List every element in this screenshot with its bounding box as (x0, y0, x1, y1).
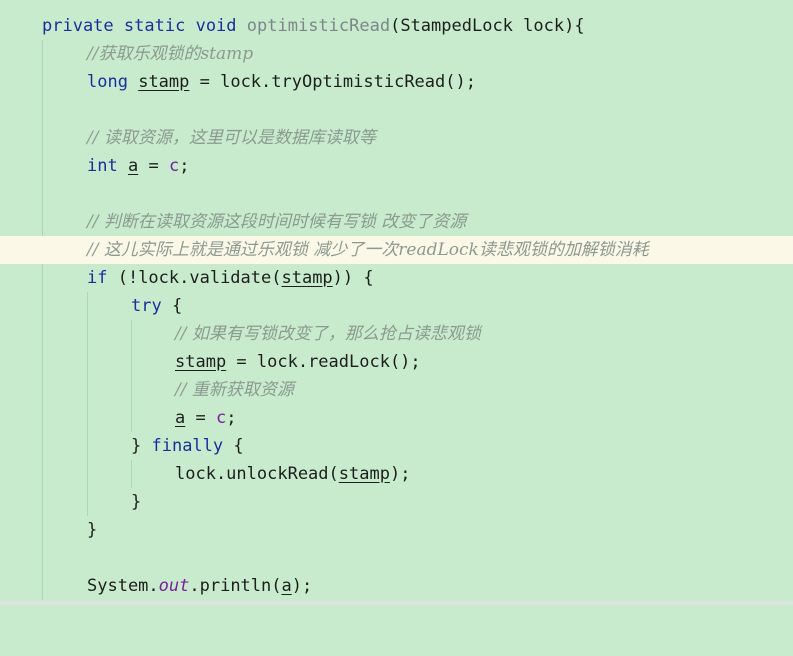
code-line[interactable]: try { (0, 292, 793, 320)
comment: // 这儿实际上就是通过乐观锁 减少了一次readLock读悲观锁的加解锁消耗 (87, 240, 649, 260)
variable: stamp (338, 464, 390, 484)
variable: stamp (138, 72, 190, 92)
code-line[interactable]: // 重新获取资源 (0, 376, 793, 404)
code-line[interactable]: int a = c; (0, 152, 793, 180)
comment: // 判断在读取资源这段时间时候有写锁 改变了资源 (87, 212, 467, 232)
comment: //获取乐观锁的stamp (87, 44, 254, 64)
code-line[interactable]: if (!lock.validate(stamp)) { (0, 264, 793, 292)
method-name: optimisticRead (246, 16, 391, 36)
keyword: int (87, 156, 118, 176)
punctuation: ; (226, 408, 237, 428)
keyword: private (42, 16, 114, 36)
punctuation: ){ (564, 16, 585, 36)
keyword: static (123, 16, 186, 36)
code-line[interactable]: stamp = lock.readLock(); (0, 348, 793, 376)
static-field: out (158, 576, 190, 596)
code-line[interactable]: lock.unlockRead(stamp); (0, 460, 793, 488)
code-editor[interactable]: private static void optimisticRead(Stamp… (0, 0, 793, 605)
keyword: void (195, 16, 237, 36)
code-line[interactable]: } (0, 516, 793, 544)
statement: lock.unlockRead( (175, 464, 339, 484)
variable: a (127, 156, 139, 176)
keyword: if (87, 268, 108, 288)
closing-brace: } (87, 520, 98, 540)
punctuation: ); (389, 464, 411, 484)
field: c (168, 156, 180, 176)
variable: a (281, 576, 292, 596)
statement: .println( (189, 576, 282, 596)
punctuation: )) { (332, 268, 374, 288)
current-code-line[interactable]: // 这儿实际上就是通过乐观锁 减少了一次readLock读悲观锁的加解锁消耗 (0, 236, 793, 264)
punctuation: ); (291, 576, 313, 596)
punctuation: ; (179, 156, 190, 176)
field: c (215, 408, 227, 428)
param-type: StampedLock (400, 16, 513, 36)
punctuation: ( (390, 16, 401, 36)
operator: = (138, 156, 169, 176)
code-line[interactable]: // 判断在读取资源这段时间时候有写锁 改变了资源 (0, 208, 793, 236)
variable: stamp (175, 352, 227, 372)
punctuation: } (131, 436, 152, 456)
class-name: System. (87, 576, 159, 596)
comment: // 如果有写锁改变了，那么抢占读悲观锁 (175, 324, 481, 344)
statement: (!lock.validate( (107, 268, 282, 288)
code-line[interactable]: private static void optimisticRead(Stamp… (0, 12, 793, 40)
punctuation: { (223, 436, 244, 456)
code-line[interactable]: //获取乐观锁的stamp (0, 40, 793, 68)
keyword: long (87, 72, 128, 92)
variable: stamp (281, 268, 333, 288)
code-line[interactable]: // 如果有写锁改变了，那么抢占读悲观锁 (0, 320, 793, 348)
operator: = (185, 408, 216, 428)
closing-brace: } (131, 492, 142, 512)
keyword: try (131, 296, 162, 316)
statement: = lock.readLock(); (226, 352, 421, 372)
code-line[interactable]: long stamp = lock.tryOptimisticRead(); (0, 68, 793, 96)
code-line[interactable]: // 读取资源，这里可以是数据库读取等 (0, 124, 793, 152)
code-line[interactable]: System.out.println(a); (0, 572, 793, 600)
comment: // 读取资源，这里可以是数据库读取等 (87, 128, 376, 148)
keyword: finally (151, 436, 224, 456)
code-line[interactable]: a = c; (0, 404, 793, 432)
statement: = lock.tryOptimisticRead(); (189, 72, 476, 92)
code-line[interactable]: } finally { (0, 432, 793, 460)
punctuation: { (161, 296, 183, 316)
horizontal-scrollbar[interactable] (0, 601, 793, 605)
param-name: lock (523, 16, 565, 36)
comment: // 重新获取资源 (175, 380, 294, 400)
code-line[interactable]: } (0, 488, 793, 516)
variable: a (175, 408, 186, 428)
